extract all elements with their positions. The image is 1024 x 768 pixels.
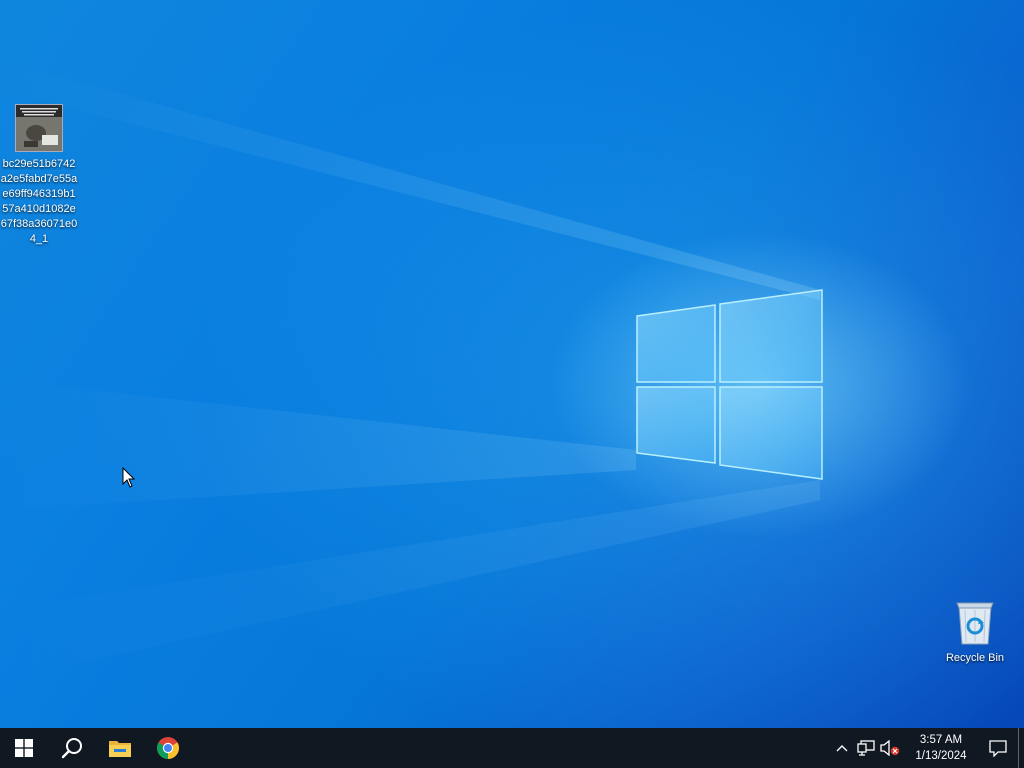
recycle-bin-icon <box>953 600 997 646</box>
chrome-icon <box>157 737 179 759</box>
desktop-icon-recycle-bin[interactable]: Recycle Bin <box>936 600 1014 666</box>
volume-button[interactable] <box>878 728 902 768</box>
show-hidden-icons-button[interactable] <box>830 728 854 768</box>
chrome-button[interactable] <box>144 728 192 768</box>
network-button[interactable] <box>854 728 878 768</box>
network-icon <box>857 740 875 756</box>
taskbar-clock[interactable]: 3:57 AM 1/13/2024 <box>908 728 974 768</box>
clock-date: 1/13/2024 <box>915 750 967 762</box>
file-explorer-icon <box>109 741 131 757</box>
search-button[interactable] <box>48 728 96 768</box>
system-tray: 3:57 AM 1/13/2024 <box>830 728 1024 768</box>
taskbar: 3:57 AM 1/13/2024 <box>0 728 1024 768</box>
windows-start-icon <box>15 739 33 757</box>
chevron-up-icon <box>836 745 848 752</box>
desktop-icon-label: bc29e51b6742a2e5fabd7e55ae69ff946319b157… <box>0 158 78 245</box>
wallpaper <box>0 60 823 680</box>
action-center-button[interactable] <box>978 728 1018 768</box>
windows-logo-wallpaper <box>636 289 823 480</box>
file-explorer-button[interactable] <box>96 728 144 768</box>
desktop-icon-image-file[interactable]: bc29e51b6742a2e5fabd7e55ae69ff946319b157… <box>0 104 78 247</box>
show-desktop-button[interactable] <box>1018 728 1024 768</box>
search-icon <box>61 738 82 759</box>
clock-time: 3:57 AM <box>919 734 963 746</box>
desktop-icon-label: Recycle Bin <box>945 652 1005 664</box>
desktop[interactable]: bc29e51b6742a2e5fabd7e55ae69ff946319b157… <box>0 0 1024 728</box>
image-file-icon <box>15 104 63 152</box>
volume-muted-icon <box>880 740 900 756</box>
mouse-pointer-icon <box>122 467 136 488</box>
action-center-icon <box>989 739 1007 757</box>
start-button[interactable] <box>0 728 48 768</box>
